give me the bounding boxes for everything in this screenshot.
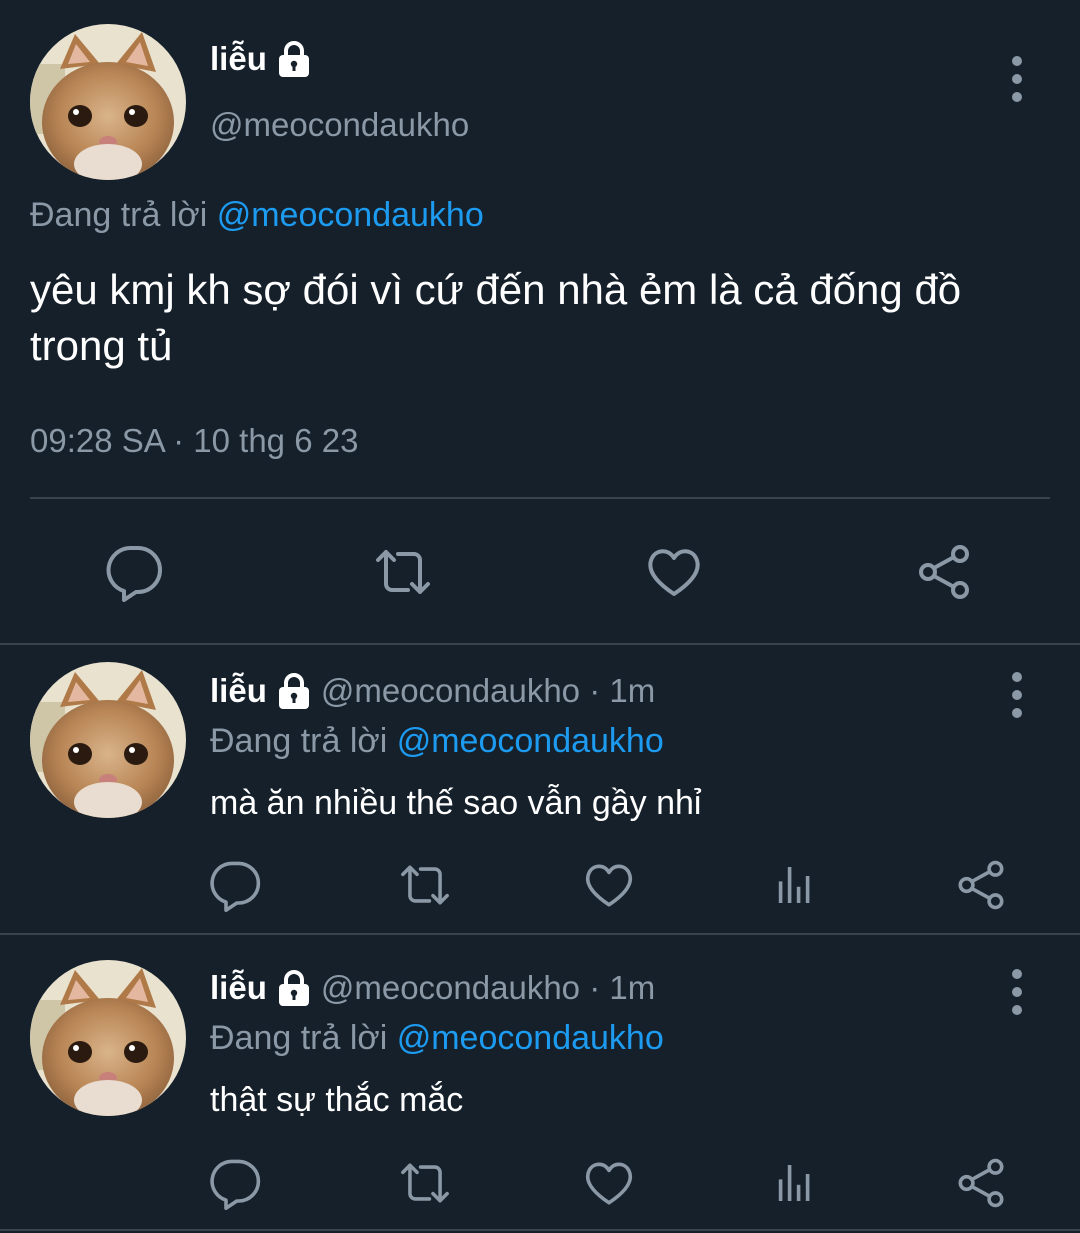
avatar[interactable] (30, 24, 186, 180)
analytics-icon[interactable] (768, 1156, 822, 1210)
handle-time[interactable]: @meocondaukho · 1m (321, 969, 655, 1007)
share-icon[interactable] (954, 1156, 1008, 1210)
retweet-icon[interactable] (368, 542, 438, 602)
more-options-icon[interactable] (1011, 969, 1023, 1015)
reply-mention-link[interactable]: @meocondaukho (397, 1019, 664, 1057)
divider (0, 643, 1080, 645)
lock-icon (275, 969, 313, 1007)
tweet-text: mà ăn nhiều thế sao vẫn gầy nhỉ (210, 784, 702, 822)
lock-icon (275, 672, 313, 710)
tweet-text: yêu kmj kh sợ đói vì cứ đến nhà ẻm là cả… (30, 266, 962, 369)
reply-prefix: Đang trả lời (210, 722, 388, 760)
like-icon[interactable] (644, 542, 704, 602)
analytics-icon[interactable] (768, 858, 822, 912)
like-icon[interactable] (582, 858, 636, 912)
share-icon[interactable] (914, 542, 974, 602)
reply-prefix: Đang trả lời (30, 196, 208, 234)
user-handle[interactable]: @meocondaukho (210, 106, 469, 144)
display-name-text: liễu (210, 969, 267, 1006)
divider (0, 1229, 1080, 1231)
share-icon[interactable] (954, 858, 1008, 912)
display-name[interactable]: liễu (210, 40, 313, 78)
reply-mention-link[interactable]: @meocondaukho (217, 196, 484, 234)
reply-context: Đang trả lời @meocondaukho (210, 722, 664, 761)
reply-icon[interactable] (208, 1156, 262, 1210)
divider (30, 497, 1050, 499)
tweet-timestamp[interactable]: 09:28 SA · 10 thg 6 23 (30, 422, 358, 460)
like-icon[interactable] (582, 1156, 636, 1210)
divider (0, 933, 1080, 935)
tweet-text: thật sự thắc mắc (210, 1081, 464, 1119)
retweet-icon[interactable] (394, 1156, 456, 1210)
display-name[interactable]: liễu @meocondaukho · 1m (210, 672, 655, 710)
reply-context: Đang trả lời @meocondaukho (30, 196, 484, 235)
lock-icon (275, 40, 313, 78)
display-name-text: liễu (210, 40, 267, 77)
reply-icon[interactable] (104, 542, 164, 602)
reply-icon[interactable] (208, 858, 262, 912)
avatar[interactable] (30, 662, 186, 818)
display-name[interactable]: liễu @meocondaukho · 1m (210, 969, 655, 1007)
display-name-text: liễu (210, 672, 267, 709)
avatar[interactable] (30, 960, 186, 1116)
handle-time[interactable]: @meocondaukho · 1m (321, 672, 655, 710)
more-options-icon[interactable] (1011, 672, 1023, 718)
more-options-icon[interactable] (1011, 56, 1023, 102)
reply-mention-link[interactable]: @meocondaukho (397, 722, 664, 760)
retweet-icon[interactable] (394, 858, 456, 912)
reply-prefix: Đang trả lời (210, 1019, 388, 1057)
reply-context: Đang trả lời @meocondaukho (210, 1019, 664, 1058)
